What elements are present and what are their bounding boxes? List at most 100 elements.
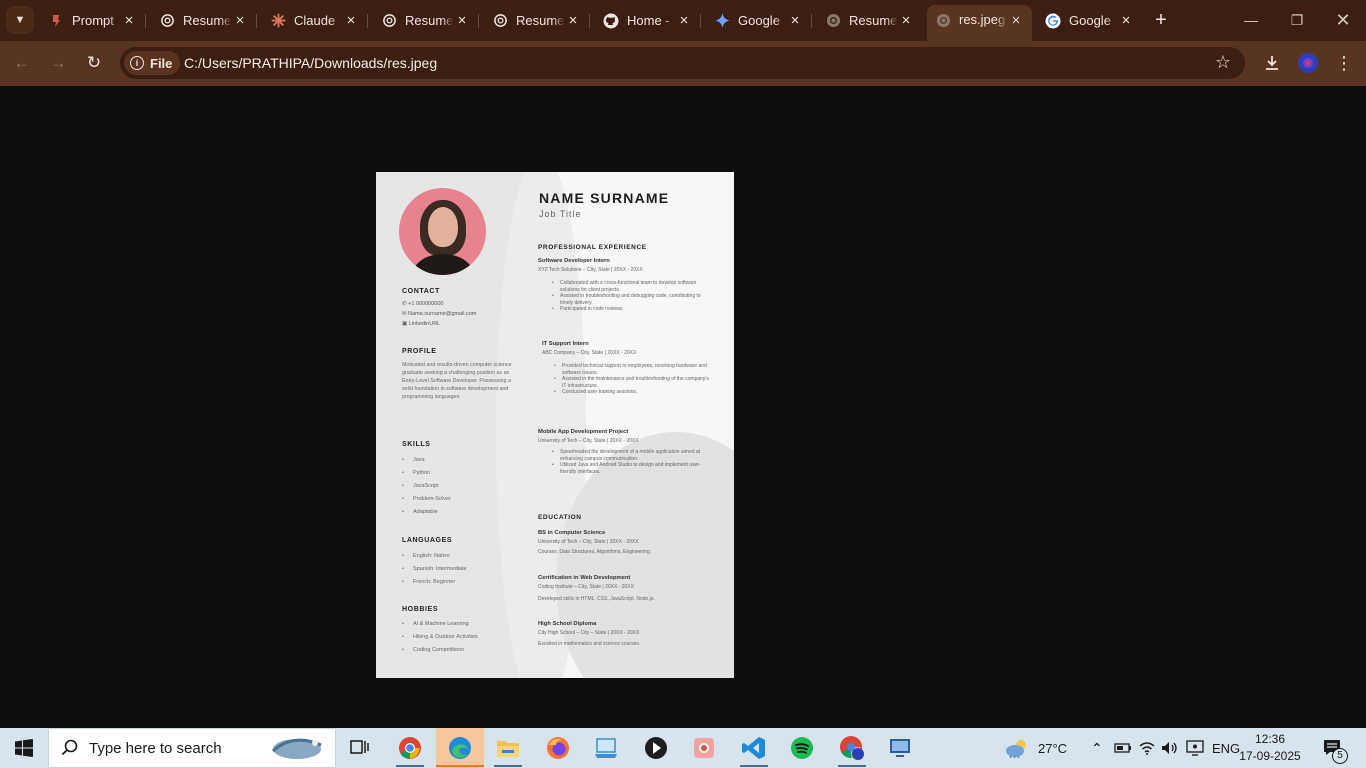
- chatgpt-favicon-icon: [381, 13, 397, 29]
- forward-button[interactable]: →: [44, 49, 72, 77]
- vscode-icon: [742, 737, 765, 759]
- back-button[interactable]: ←: [8, 49, 36, 77]
- weather-cloud-icon: [1006, 740, 1026, 759]
- restore-button[interactable]: ❐: [1274, 0, 1320, 40]
- edu-meta: University of Tech – City, State | 20XX …: [538, 539, 639, 545]
- volume-indicator[interactable]: [1161, 728, 1179, 768]
- job-meta: XYZ Tech Solutions – City, State | 20XX …: [538, 267, 643, 273]
- plus-icon: +: [1155, 9, 1167, 31]
- close-tab-icon[interactable]: ×: [1118, 12, 1134, 29]
- tab-title: Google: [1069, 13, 1111, 28]
- tab-search-button[interactable]: ▼: [6, 6, 34, 34]
- taskbar-vscode[interactable]: [730, 728, 778, 768]
- list-item: Spearheaded the development of a mobile …: [552, 449, 712, 462]
- contact-heading: CONTACT: [402, 288, 440, 295]
- tab-title: Resume: [405, 13, 454, 28]
- task-view-button[interactable]: [336, 728, 384, 768]
- close-tab-icon[interactable]: ×: [565, 12, 581, 29]
- battery-indicator[interactable]: [1114, 728, 1132, 768]
- chrome-profile-icon: [840, 736, 864, 760]
- clock-time: 12:36: [1254, 732, 1286, 746]
- hobbies-list: AI & Machine Learning Hiking & Outdoor A…: [402, 618, 478, 657]
- display-indicator[interactable]: [1186, 728, 1204, 768]
- taskbar-edge[interactable]: [436, 728, 484, 768]
- speaker-icon: [1162, 742, 1177, 754]
- close-icon: ✕: [1335, 9, 1351, 30]
- minimize-icon: —: [1244, 12, 1258, 28]
- linkedin-icon: ▣: [402, 321, 409, 327]
- reload-button[interactable]: ↻: [80, 49, 108, 77]
- taskbar-file-explorer[interactable]: [484, 728, 532, 768]
- tab-5[interactable]: Home - ×: [595, 7, 701, 34]
- taskbar-firefox[interactable]: [534, 728, 582, 768]
- tab-6[interactable]: Google ×: [706, 7, 812, 34]
- close-tab-icon[interactable]: ×: [343, 12, 359, 29]
- folder-icon: [497, 741, 519, 757]
- browser-menu-button[interactable]: ⋮: [1331, 50, 1357, 76]
- tab-strip: ▼ Prompt × Resume × Claude × Resume × Re…: [0, 0, 1366, 41]
- desktop-app-icon: [595, 738, 617, 758]
- profile-text: Motivated and results-driven computer sc…: [402, 362, 512, 400]
- tab-title: res.jpeg: [959, 12, 1006, 27]
- play-icon: [645, 737, 667, 759]
- minimize-button[interactable]: —: [1228, 0, 1274, 40]
- close-tab-icon[interactable]: ×: [232, 12, 248, 29]
- close-tab-icon[interactable]: ×: [676, 12, 692, 29]
- globe-favicon-icon: [935, 12, 951, 28]
- taskbar-desktop-app[interactable]: [582, 728, 630, 768]
- show-hidden-icons-button[interactable]: ⌃: [1091, 728, 1103, 768]
- tab-4[interactable]: Resume ×: [484, 7, 590, 34]
- chatgpt-favicon-icon: [492, 13, 508, 29]
- profile-heading: PROFILE: [402, 348, 437, 355]
- tab-3[interactable]: Resume ×: [373, 7, 479, 34]
- close-tab-icon[interactable]: ×: [121, 12, 137, 29]
- edu-note: Developed skills in HTML, CSS, JavaScrip…: [538, 596, 655, 602]
- tab-7[interactable]: Resume ×: [817, 7, 922, 34]
- new-tab-button[interactable]: +: [1150, 9, 1172, 31]
- tab-9[interactable]: Google ×: [1037, 7, 1142, 34]
- taskbar-media-player[interactable]: [632, 728, 680, 768]
- notification-center-button[interactable]: 5: [1322, 728, 1348, 768]
- weather-widget[interactable]: 27°C: [1004, 728, 1067, 768]
- url-text[interactable]: C:/Users/PRATHIPA/Downloads/res.jpeg: [184, 55, 437, 71]
- taskbar-search[interactable]: Type here to search: [48, 728, 336, 768]
- clock[interactable]: 12:36 17-09-2025: [1234, 731, 1306, 765]
- taskbar-remote-desktop[interactable]: [876, 728, 924, 768]
- close-tab-icon[interactable]: ×: [898, 12, 914, 29]
- address-bar[interactable]: i File C:/Users/PRATHIPA/Downloads/res.j…: [120, 47, 1245, 79]
- edu-meta: Coding Institute – City, State | 20XX - …: [538, 584, 634, 590]
- close-tab-icon[interactable]: ×: [787, 12, 803, 29]
- job-role: Software Developer Intern: [538, 258, 610, 264]
- firefox-icon: [547, 737, 569, 759]
- list-item: Conducted user training sessions.: [554, 389, 714, 396]
- languages-list: English: Native Spanish: Intermediate Fr…: [402, 550, 467, 589]
- taskbar-spotify[interactable]: [778, 728, 826, 768]
- tab-0[interactable]: Prompt ×: [40, 7, 146, 34]
- tab-8-active[interactable]: res.jpeg ×: [927, 5, 1032, 41]
- tab-title: Resume: [183, 13, 232, 28]
- start-button[interactable]: [0, 728, 48, 768]
- tab-2[interactable]: Claude ×: [262, 7, 368, 34]
- site-info-chip[interactable]: i File: [124, 51, 181, 75]
- bookmark-star-icon[interactable]: ☆: [1215, 52, 1231, 73]
- taskbar-photo-app[interactable]: [680, 728, 728, 768]
- tab-title: Claude: [294, 13, 336, 28]
- education-heading: EDUCATION: [538, 514, 582, 521]
- downloads-button[interactable]: [1259, 50, 1285, 76]
- job-role: IT Support Intern: [542, 341, 589, 347]
- task-view-icon: [350, 740, 369, 754]
- close-tab-icon[interactable]: ×: [1008, 12, 1024, 29]
- close-tab-icon[interactable]: ×: [454, 12, 470, 29]
- chatgpt-favicon-icon: [159, 13, 175, 29]
- edu-degree: High School Diploma: [538, 621, 597, 627]
- github-favicon-icon: [603, 13, 619, 29]
- taskbar-chrome[interactable]: [386, 728, 434, 768]
- tab-title: Prompt: [72, 13, 114, 28]
- network-indicator[interactable]: [1139, 728, 1155, 768]
- list-item: Java: [402, 454, 451, 467]
- taskbar-chrome-profile[interactable]: [828, 728, 876, 768]
- tab-1[interactable]: Resume ×: [151, 7, 257, 34]
- profile-avatar[interactable]: [1295, 50, 1321, 76]
- download-icon: [1266, 56, 1278, 70]
- close-window-button[interactable]: ✕: [1320, 0, 1366, 40]
